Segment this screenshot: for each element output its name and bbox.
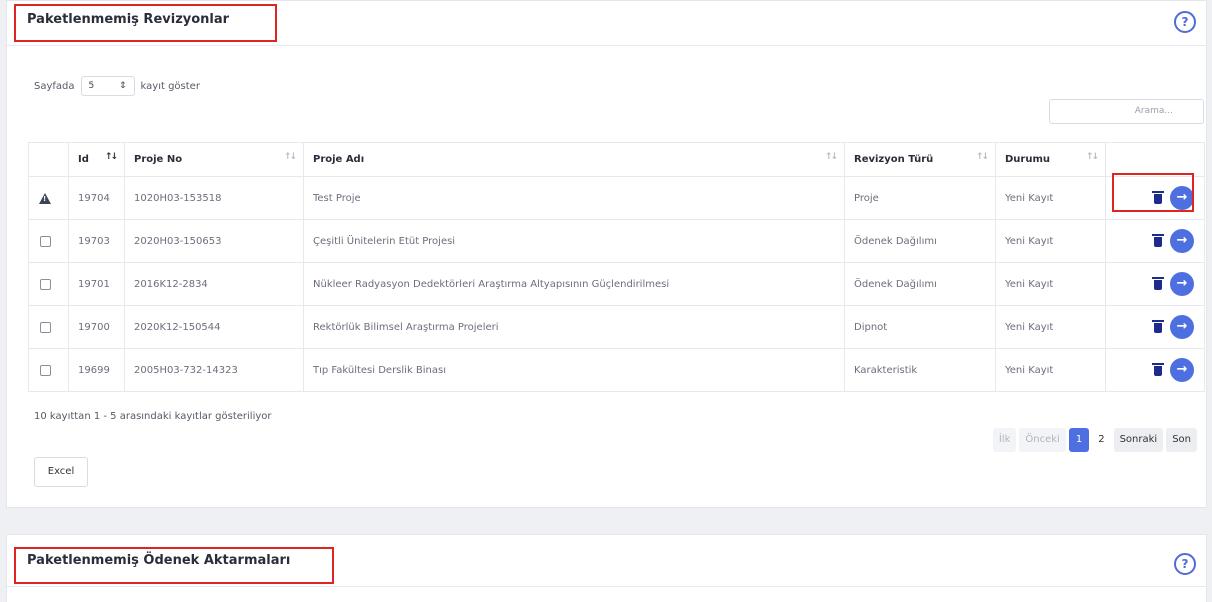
column-header-project-no[interactable]: Proje No ↑↓: [124, 142, 304, 177]
cell-project-name: Test Proje: [303, 176, 845, 220]
length-prefix-label: Sayfada: [34, 80, 75, 92]
pager-prev-button[interactable]: Önceki: [1019, 428, 1066, 452]
table-row: 19700 2020K12-150544 Rektörlük Bilimsel …: [28, 305, 1205, 349]
cell-revision-type: Dipnot: [844, 305, 996, 349]
help-icon[interactable]: ?: [1174, 553, 1196, 575]
cell-revision-type: Ödenek Dağılımı: [844, 219, 996, 263]
table-row: 19701 2016K12-2834 Nükleer Radyasyon Ded…: [28, 262, 1205, 306]
column-header-project-name[interactable]: Proje Adı ↑↓: [303, 142, 845, 177]
arrow-right-circle-icon[interactable]: →: [1170, 358, 1194, 382]
column-header-revision-type[interactable]: Revizyon Türü ↑↓: [844, 142, 996, 177]
sort-arrows-icon: ↑↓: [1085, 152, 1099, 162]
help-icon[interactable]: ?: [1174, 11, 1196, 33]
select-column-header: [28, 142, 69, 177]
cell-id: 19704: [68, 176, 125, 220]
cell-project-no: 1020H03-153518: [124, 176, 304, 220]
row-checkbox[interactable]: [40, 321, 51, 333]
panel-header: Paketlenmemiş Revizyonlar ?: [7, 1, 1206, 46]
column-header-status[interactable]: Durumu ↑↓: [995, 142, 1106, 177]
cell-status: Yeni Kayıt: [995, 305, 1106, 349]
cell-project-name: Çeşitli Ünitelerin Etüt Projesi: [303, 219, 845, 263]
cell-project-no: 2016K12-2834: [124, 262, 304, 306]
pager-page-2[interactable]: 2: [1092, 428, 1110, 452]
sort-arrows-icon: ↑↓: [975, 152, 989, 162]
page-length-control: Sayfada 5 ⇕ kayıt göster: [34, 76, 200, 96]
table-info: 10 kayıttan 1 - 5 arasındaki kayıtlar gö…: [34, 411, 272, 422]
cell-revision-type: Ödenek Dağılımı: [844, 262, 996, 306]
cell-project-name: Rektörlük Bilimsel Araştırma Projeleri: [303, 305, 845, 349]
length-suffix-label: kayıt göster: [140, 80, 200, 92]
trash-icon[interactable]: [1152, 320, 1164, 333]
page-length-value: 5: [88, 81, 95, 91]
cell-id: 19699: [68, 348, 125, 392]
highlight-box-title: [14, 547, 334, 584]
trash-icon[interactable]: [1152, 234, 1164, 247]
cell-id: 19701: [68, 262, 125, 306]
row-checkbox[interactable]: [40, 235, 51, 247]
pager-first-button[interactable]: İlk: [992, 428, 1017, 452]
row-checkbox[interactable]: [40, 364, 51, 376]
column-header-id[interactable]: Id ↑↓: [68, 142, 125, 177]
highlight-box-title: [14, 4, 277, 42]
cell-status: Yeni Kayıt: [995, 348, 1106, 392]
cell-project-no: 2005H03-732-14323: [124, 348, 304, 392]
unpackaged-allocation-transfers-panel: Paketlenmemiş Ödenek Aktarmaları ?: [6, 534, 1207, 602]
warning-triangle-icon: !: [39, 192, 51, 204]
arrow-right-circle-icon[interactable]: →: [1170, 315, 1194, 339]
arrow-right-circle-icon[interactable]: →: [1170, 272, 1194, 296]
pagination: İlk Önceki 1 2 Sonraki Son: [992, 428, 1197, 452]
trash-icon[interactable]: [1152, 277, 1164, 290]
table-row: 19703 2020H03-150653 Çeşitli Ünitelerin …: [28, 219, 1205, 263]
cell-revision-type: Karakteristik: [844, 348, 996, 392]
search-input[interactable]: Arama...: [1049, 99, 1204, 124]
chevron-updown-icon: ⇕: [118, 81, 127, 91]
sort-arrows-icon: ↑↓: [824, 152, 838, 162]
sort-arrows-icon: ↑↓: [283, 152, 297, 162]
cell-project-name: Nükleer Radyasyon Dedektörleri Araştırma…: [303, 262, 845, 306]
cell-project-no: 2020H03-150653: [124, 219, 304, 263]
sort-arrows-icon: ↑↓: [104, 152, 118, 162]
cell-status: Yeni Kayıt: [995, 176, 1106, 220]
cell-revision-type: Proje: [844, 176, 996, 220]
revisions-table: Id ↑↓ Proje No ↑↓ Proje Adı ↑↓ Revizyon Tür…: [28, 142, 1205, 392]
table-row: ! 19704 1020H03-153518 Test Proje Proje …: [28, 176, 1205, 220]
actions-column-header: [1105, 142, 1205, 177]
table-row: 19699 2005H03-732-14323 Tıp Fakültesi De…: [28, 348, 1205, 392]
cell-status: Yeni Kayıt: [995, 262, 1106, 306]
trash-icon[interactable]: [1152, 363, 1164, 376]
cell-project-name: Tıp Fakültesi Derslik Binası: [303, 348, 845, 392]
table-header-row: Id ↑↓ Proje No ↑↓ Proje Adı ↑↓ Revizyon Tür…: [28, 142, 1205, 177]
panel-header: Paketlenmemiş Ödenek Aktarmaları ?: [7, 535, 1206, 587]
pager-next-button[interactable]: Sonraki: [1113, 428, 1164, 452]
arrow-right-circle-icon[interactable]: →: [1170, 229, 1194, 253]
page-length-select[interactable]: 5 ⇕: [80, 76, 135, 96]
pager-last-button[interactable]: Son: [1166, 428, 1197, 452]
unpackaged-revisions-panel: Paketlenmemiş Revizyonlar ? Sayfada 5 ⇕ …: [6, 0, 1207, 508]
cell-status: Yeni Kayıt: [995, 219, 1106, 263]
excel-button[interactable]: Excel: [34, 457, 88, 487]
row-checkbox[interactable]: [40, 278, 51, 290]
cell-id: 19700: [68, 305, 125, 349]
pager-page-1[interactable]: 1: [1068, 428, 1090, 452]
cell-id: 19703: [68, 219, 125, 263]
cell-project-no: 2020K12-150544: [124, 305, 304, 349]
highlight-box-actions: [1112, 173, 1194, 212]
